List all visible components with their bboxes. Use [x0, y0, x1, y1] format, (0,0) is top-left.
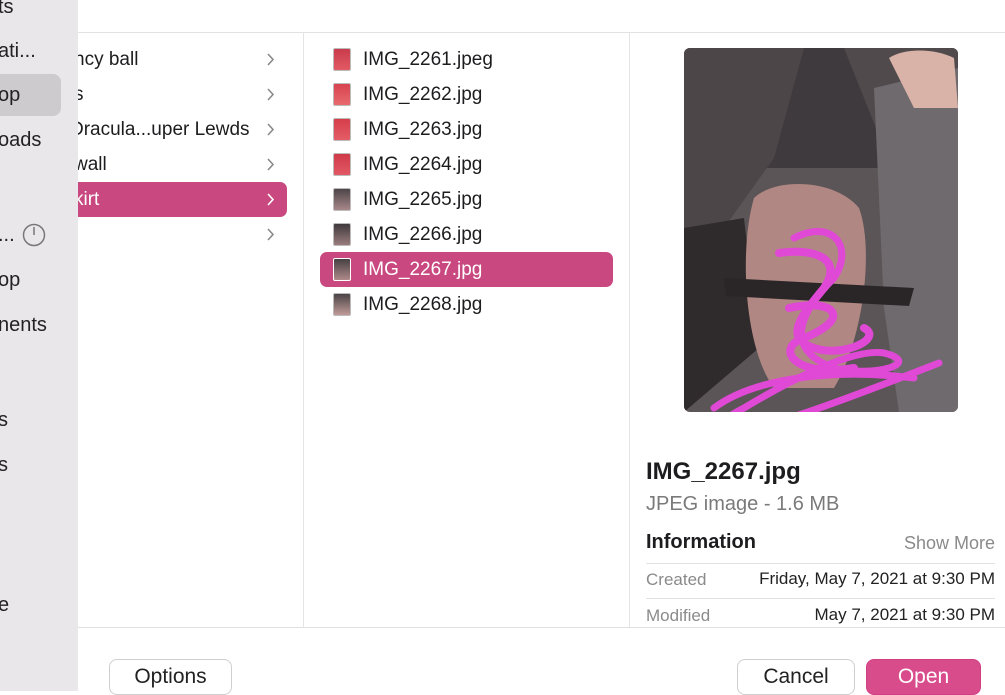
sidebar-item[interactable]: ati...: [0, 39, 36, 63]
file-name: IMG_2266.jpg: [363, 224, 483, 245]
created-label: Created: [646, 570, 707, 589]
file-name: IMG_2262.jpg: [363, 84, 483, 105]
sidebar-item[interactable]: ...: [0, 223, 15, 247]
sidebar-item[interactable]: op: [0, 268, 20, 292]
image-thumbnail-icon: [333, 223, 351, 246]
divider: [646, 598, 995, 599]
file-row[interactable]: IMG_2264.jpg: [320, 147, 613, 182]
file-name: IMG_2263.jpg: [363, 119, 483, 140]
file-column[interactable]: IMG_2261.jpeg IMG_2262.jpg IMG_2263.jpg …: [304, 33, 630, 627]
folder-label: wall: [78, 154, 107, 175]
file-row[interactable]: IMG_2262.jpg: [320, 77, 613, 112]
browser-pane: ncy ball s Dracula...uper Lewds wall kir…: [78, 0, 1005, 695]
folder-row[interactable]: s: [78, 77, 287, 112]
folder-row[interactable]: Dracula...uper Lewds: [78, 112, 287, 147]
image-thumbnail-icon: [333, 48, 351, 71]
file-row-selected[interactable]: IMG_2267.jpg: [320, 252, 613, 287]
folder-label: s: [78, 77, 84, 112]
sidebar-item[interactable]: s: [0, 453, 8, 477]
modified-value: May 7, 2021 at 9:30 PM: [814, 605, 996, 624]
divider: [646, 563, 995, 564]
image-thumbnail-icon: [333, 153, 351, 176]
folder-label: Dracula...uper Lewds: [78, 119, 250, 140]
sidebar-item[interactable]: nents: [0, 313, 47, 337]
folder-row[interactable]: wall: [78, 147, 287, 182]
sidebar-item[interactable]: e: [0, 593, 9, 617]
file-row[interactable]: IMG_2265.jpg: [320, 182, 613, 217]
image-thumbnail-icon: [333, 118, 351, 141]
show-more-link[interactable]: Show More: [904, 533, 995, 554]
image-thumbnail-icon: [333, 83, 351, 106]
chevron-right-icon: [267, 123, 275, 136]
preview-image: [684, 48, 958, 412]
sidebar-item[interactable]: oads: [0, 128, 41, 152]
modified-label: Modified: [646, 606, 711, 625]
folder-row[interactable]: [78, 217, 287, 252]
sidebar: ts ati... op oads ... op nents s s e: [0, 0, 78, 691]
chevron-right-icon: [267, 228, 275, 241]
file-name: IMG_2267.jpg: [363, 259, 483, 280]
toolbar-strip: [78, 0, 1005, 33]
information-heading: Information: [646, 531, 756, 553]
chevron-right-icon: [267, 88, 275, 101]
open-button[interactable]: Open: [866, 659, 981, 695]
image-thumbnail-icon: [333, 258, 351, 281]
preview-file-name: IMG_2267.jpg: [646, 458, 801, 485]
file-name: IMG_2265.jpg: [363, 189, 483, 210]
progress-circle-icon[interactable]: [22, 223, 46, 247]
file-name: IMG_2261.jpeg: [363, 49, 493, 70]
folder-row-selected[interactable]: kirt: [78, 182, 287, 217]
cancel-button[interactable]: Cancel: [737, 659, 855, 695]
created-value: Friday, May 7, 2021 at 9:30 PM: [759, 569, 995, 588]
folder-row[interactable]: ncy ball: [78, 42, 287, 77]
file-row[interactable]: IMG_2268.jpg: [320, 287, 613, 322]
sidebar-item[interactable]: ts: [0, 0, 14, 19]
folder-column[interactable]: ncy ball s Dracula...uper Lewds wall kir…: [78, 33, 304, 627]
sidebar-item-selected[interactable]: op: [0, 74, 61, 116]
file-row[interactable]: IMG_2261.jpeg: [320, 42, 613, 77]
folder-label: kirt: [78, 189, 100, 210]
chevron-right-icon: [267, 53, 275, 66]
file-row[interactable]: IMG_2263.jpg: [320, 112, 613, 147]
file-name: IMG_2264.jpg: [363, 154, 483, 175]
chevron-right-icon: [267, 193, 275, 206]
image-thumbnail-icon: [333, 188, 351, 211]
folder-label: ncy ball: [78, 49, 139, 70]
file-name: IMG_2268.jpg: [363, 294, 483, 315]
image-thumbnail-icon: [333, 293, 351, 316]
chevron-right-icon: [267, 158, 275, 171]
sidebar-item[interactable]: s: [0, 408, 8, 432]
options-button[interactable]: Options: [109, 659, 232, 695]
dialog-footer: Options Cancel Open: [78, 627, 1005, 695]
preview-file-kind: JPEG image - 1.6 MB: [646, 493, 840, 515]
file-row[interactable]: IMG_2266.jpg: [320, 217, 613, 252]
preview-pane: IMG_2267.jpg JPEG image - 1.6 MB Informa…: [630, 33, 1005, 627]
